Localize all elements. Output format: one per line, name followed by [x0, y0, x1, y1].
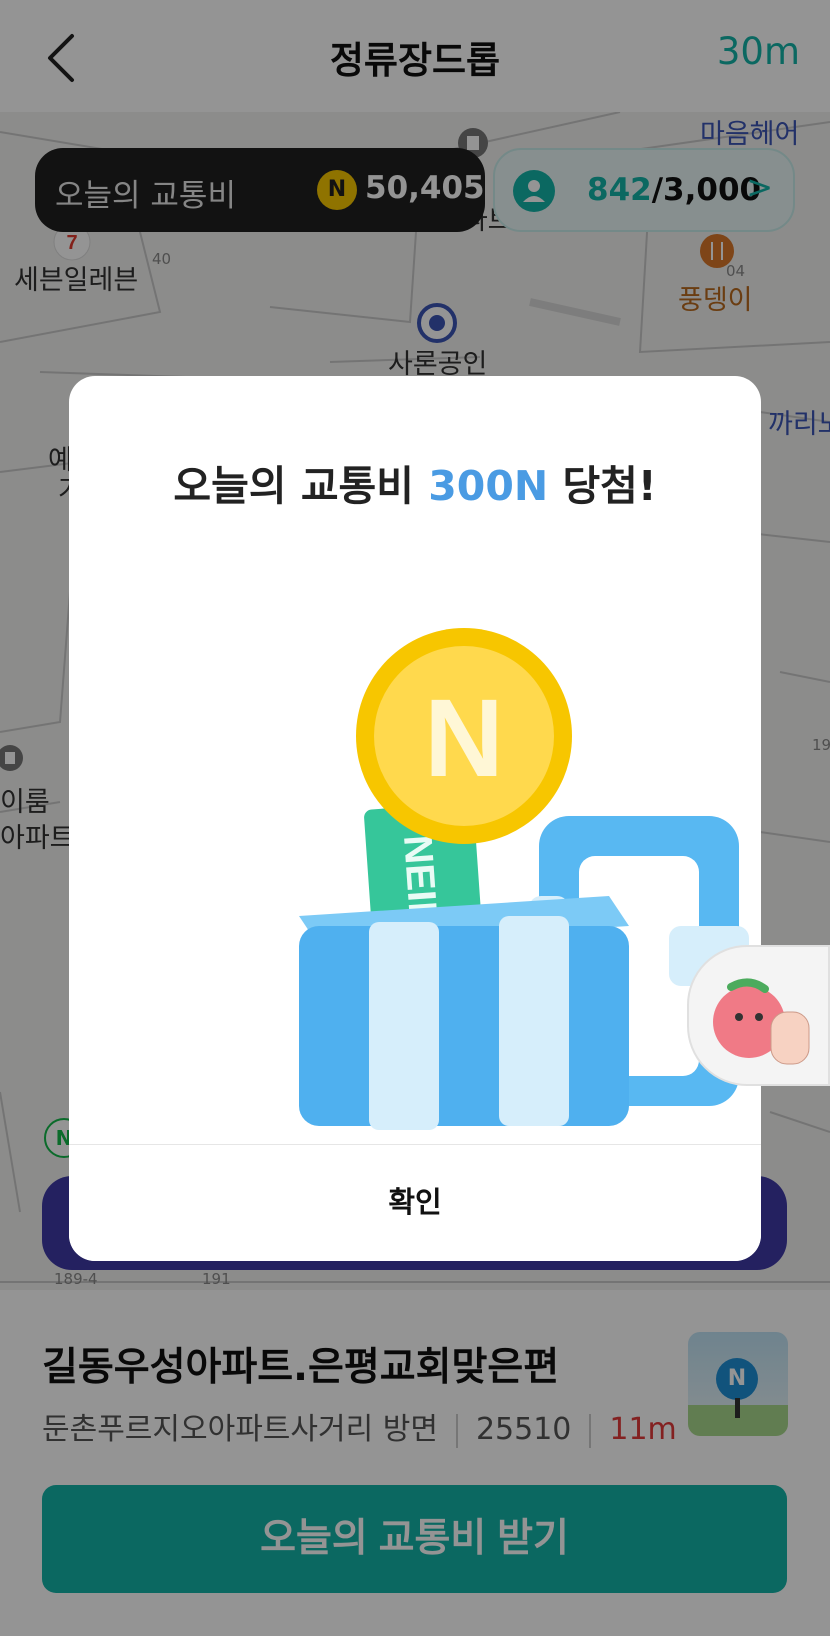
gift-box-coin-illustration: NEIB N — [299, 628, 749, 1130]
confirm-button[interactable]: 확인 — [69, 1145, 761, 1261]
screen: 정류장드롭 30m 마음헤어 세븐일레븐 풍뎅이 사론공인 까리 이룸 아파트 … — [0, 0, 830, 1636]
modal-title-amount: 300N — [428, 462, 549, 510]
modal-title: 오늘의 교통비 300N 당첨! — [69, 452, 761, 512]
coin-letter: N — [424, 677, 503, 800]
peach-character-icon — [713, 978, 810, 1065]
reward-modal: 오늘의 교통비 300N 당첨! NEIB N 확인 — [69, 376, 761, 1261]
modal-title-suffix: 당첨! — [548, 462, 657, 510]
modal-title-prefix: 오늘의 교통비 — [173, 462, 429, 510]
floating-character-button[interactable] — [687, 945, 830, 1086]
